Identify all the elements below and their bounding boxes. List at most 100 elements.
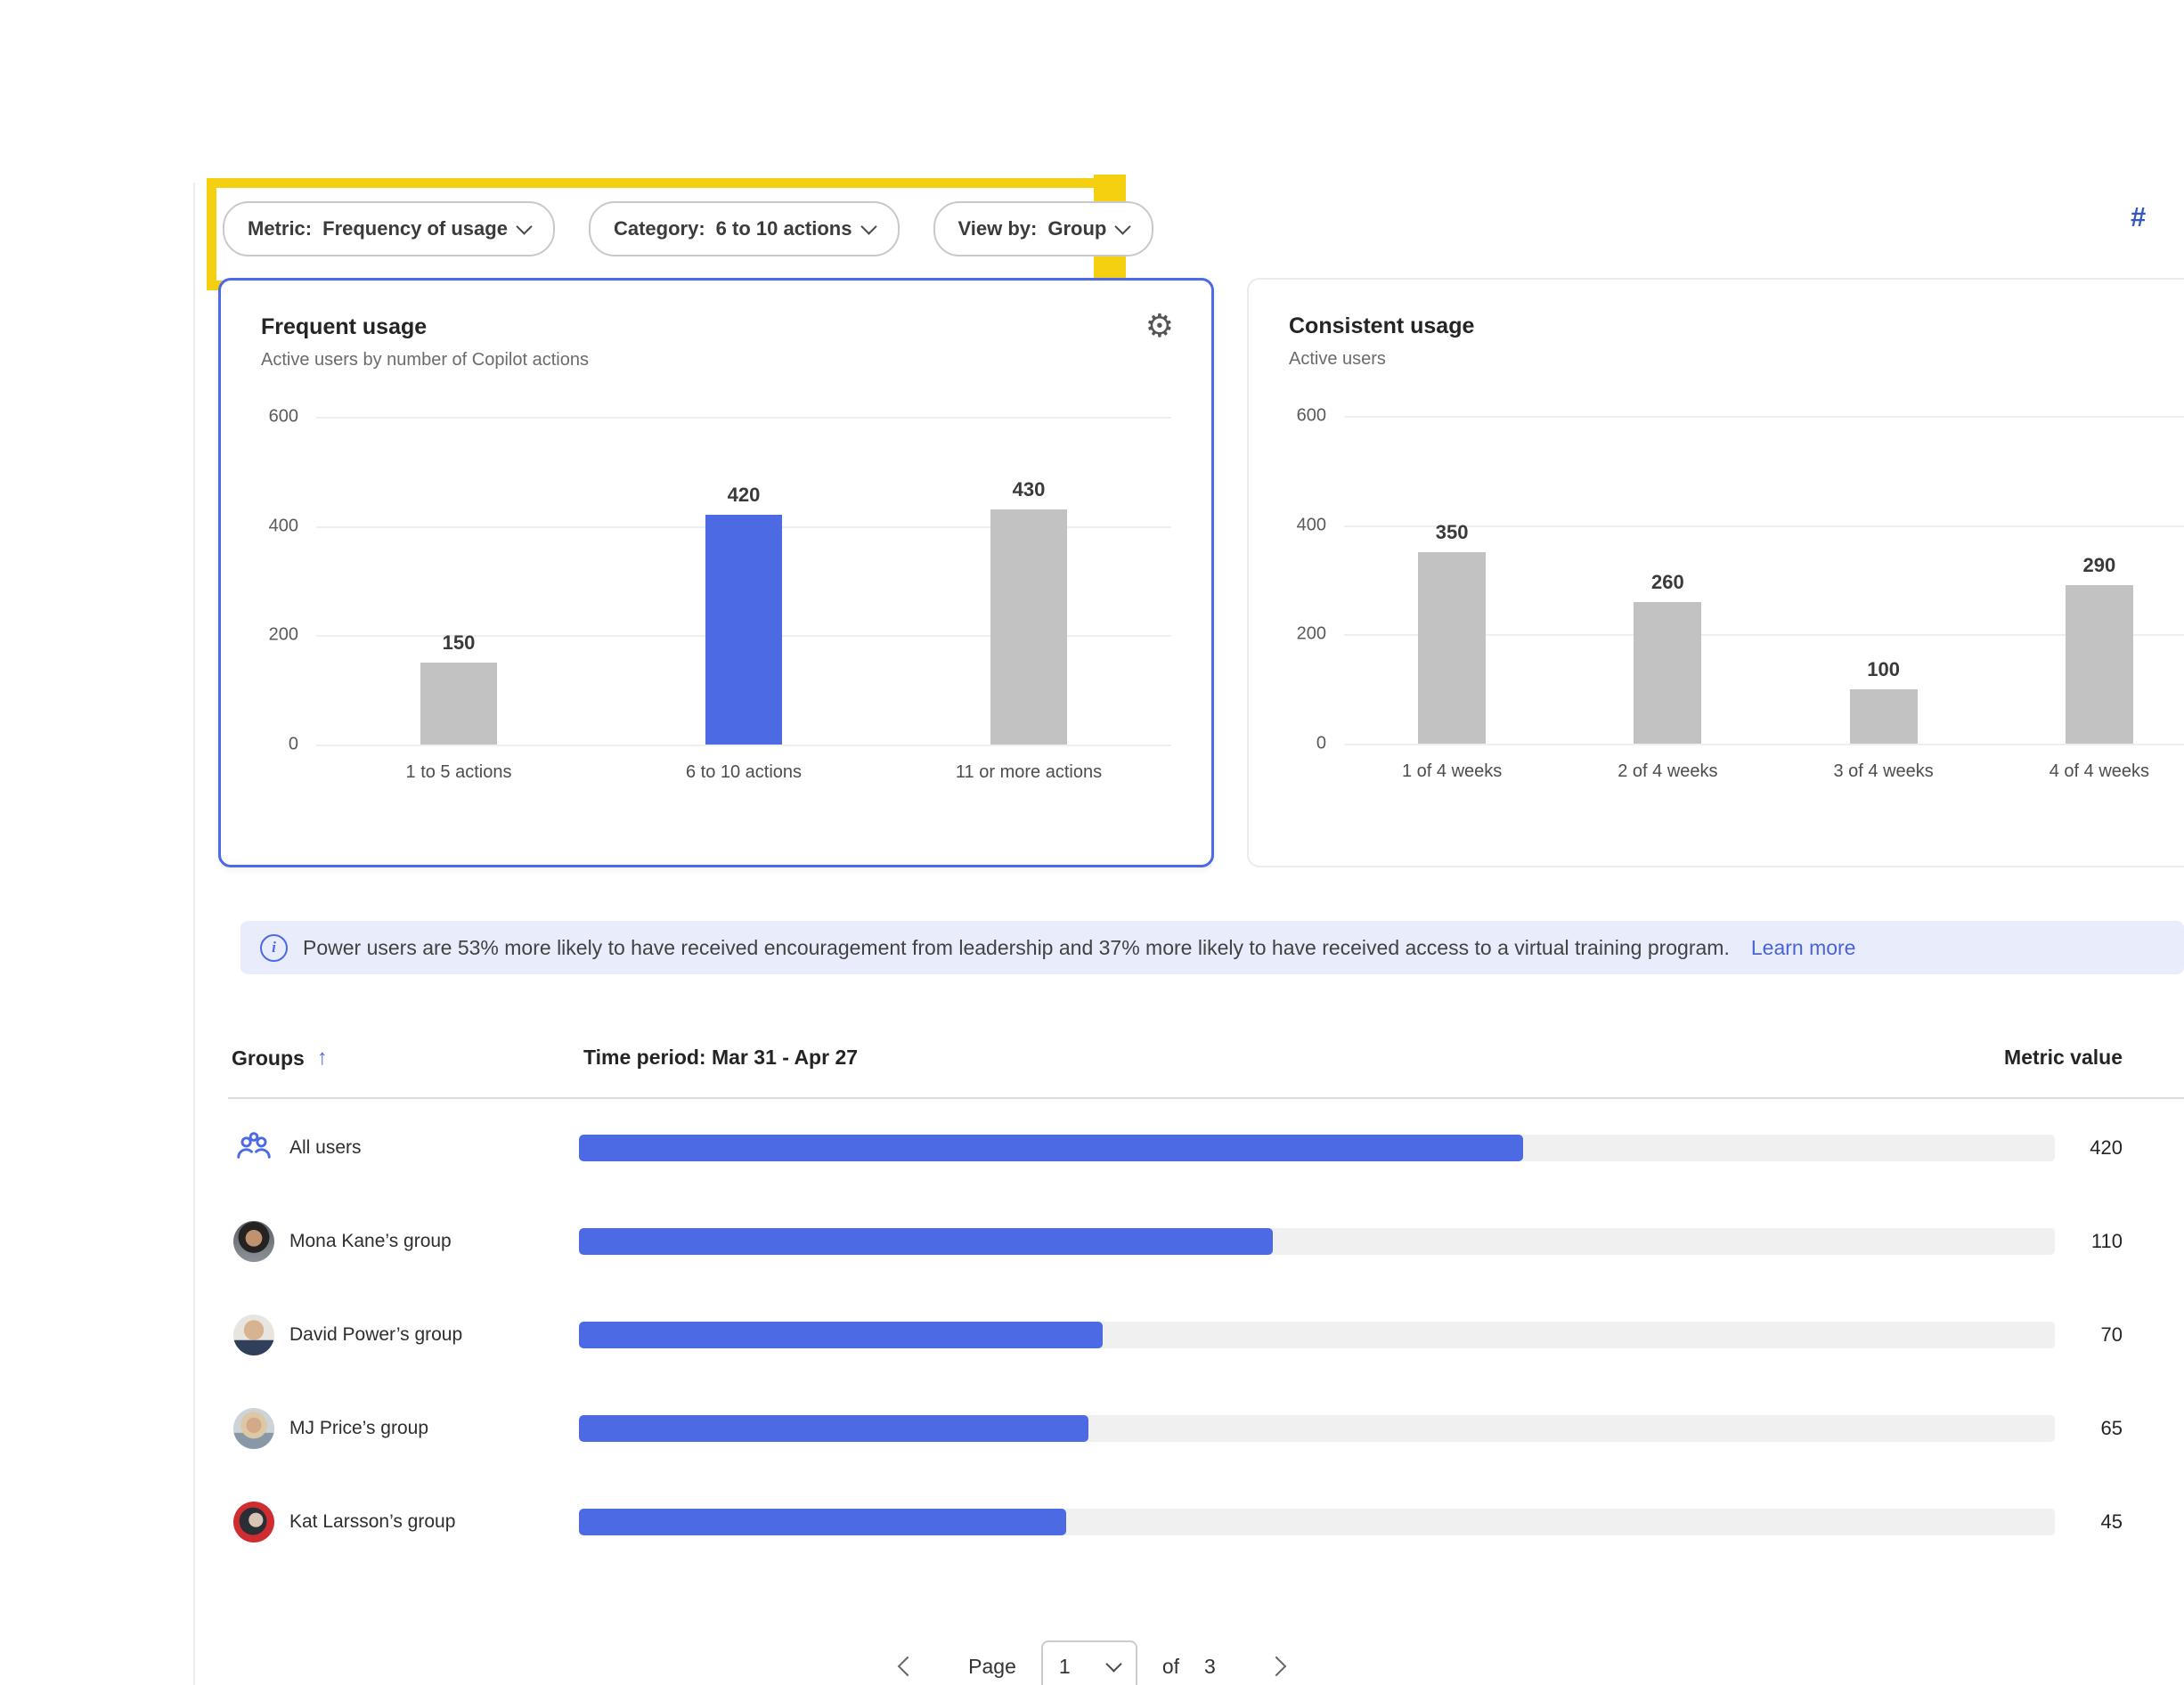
metric-bar-fill xyxy=(579,1509,1066,1535)
metric-bar-track xyxy=(579,1228,2055,1255)
total-pages: 3 xyxy=(1204,1655,1216,1679)
card-title: Frequent usage xyxy=(261,314,1171,340)
viewby-filter-label: View by: xyxy=(958,217,1038,240)
card-subtitle: Active users xyxy=(1289,349,2184,370)
learn-more-link[interactable]: Learn more xyxy=(1751,936,1856,960)
metric-bar-fill xyxy=(579,1135,1523,1161)
y-axis-tick: 0 xyxy=(1316,734,1326,754)
bar-value-label: 290 xyxy=(2083,554,2116,577)
table-divider xyxy=(228,1097,2184,1099)
x-axis-label: 1 of 4 weeks xyxy=(1344,761,1560,782)
sort-ascending-icon[interactable]: ↑ xyxy=(317,1046,328,1070)
gridline xyxy=(316,745,1171,746)
insight-text: Power users are 53% more likely to have … xyxy=(303,936,1730,960)
page-label: Page xyxy=(968,1655,1016,1679)
time-period-column-header: Time period: Mar 31 - Apr 27 xyxy=(583,1046,858,1070)
bar-4-of-4-weeks[interactable] xyxy=(2066,585,2133,744)
bar-value-label: 260 xyxy=(1651,571,1684,594)
chevron-down-icon xyxy=(1105,1656,1121,1672)
frequent-usage-card[interactable]: Frequent usage Active users by number of… xyxy=(218,278,1214,867)
bar-6-to-10-actions[interactable] xyxy=(705,515,782,745)
category-filter-value: 6 to 10 actions xyxy=(716,217,852,240)
table-row-all-users[interactable]: All users 420 xyxy=(232,1101,2184,1194)
chart-plot: 6004002000350260100290 xyxy=(1344,416,2184,744)
metric-bar-track xyxy=(579,1135,2055,1161)
chevron-down-icon xyxy=(860,218,876,234)
group-name: David Power’s group xyxy=(289,1324,462,1346)
metric-bar-fill xyxy=(579,1228,1273,1255)
bar-value-label: 420 xyxy=(728,484,761,507)
gridline xyxy=(1344,744,2184,745)
frequent-usage-chart: 60040020001504204301 to 5 actions6 to 10… xyxy=(261,417,1171,783)
x-axis-label: 11 or more actions xyxy=(886,762,1171,783)
metric-value: 45 xyxy=(2101,1510,2123,1534)
chevron-down-icon xyxy=(1115,218,1131,234)
chevron-down-icon xyxy=(516,218,532,234)
table-row-mona-kane-s-group[interactable]: Mona Kane’s group 110 xyxy=(232,1194,2184,1288)
viewby-filter-value: Group xyxy=(1047,217,1106,240)
bar-1-to-5-actions[interactable] xyxy=(420,663,497,745)
metric-value: 65 xyxy=(2101,1417,2123,1440)
bar-value-label: 150 xyxy=(443,631,476,655)
bar-11-or-more-actions[interactable] xyxy=(990,509,1067,745)
metric-value: 70 xyxy=(2101,1323,2123,1347)
group-name: All users xyxy=(289,1137,362,1159)
of-label: of xyxy=(1162,1655,1179,1679)
groups-table: Groups ↑ Time period: Mar 31 - Apr 27 Me… xyxy=(232,1033,2184,1568)
y-axis-tick: 200 xyxy=(269,625,298,646)
chart-plot: 6004002000150420430 xyxy=(316,417,1171,745)
metric-bar-fill xyxy=(579,1415,1088,1442)
left-divider xyxy=(193,183,195,1685)
bar-value-label: 100 xyxy=(1867,658,1900,681)
table-row-mj-price-s-group[interactable]: MJ Price’s group 65 xyxy=(232,1381,2184,1475)
people-group-icon xyxy=(233,1127,274,1168)
metric-bar-track xyxy=(579,1322,2055,1348)
table-row-david-power-s-group[interactable]: David Power’s group 70 xyxy=(232,1288,2184,1381)
bar-1-of-4-weeks[interactable] xyxy=(1418,552,1486,744)
avatar xyxy=(233,1408,274,1449)
table-header-row: Groups ↑ Time period: Mar 31 - Apr 27 Me… xyxy=(232,1033,2184,1097)
metric-bar-track xyxy=(579,1415,2055,1442)
pagination-bar: Page 1 of 3 xyxy=(0,1640,2184,1685)
metric-value: 420 xyxy=(2090,1136,2123,1160)
avatar xyxy=(233,1502,274,1543)
page-select-value: 1 xyxy=(1059,1655,1071,1679)
bar-2-of-4-weeks[interactable] xyxy=(1634,602,1701,744)
previous-page-icon[interactable] xyxy=(898,1657,918,1677)
groups-column-header[interactable]: Groups ↑ xyxy=(232,1046,328,1070)
bar-3-of-4-weeks[interactable] xyxy=(1850,689,1918,744)
consistent-usage-card[interactable]: Consistent usage Active users 6004002000… xyxy=(1247,278,2184,867)
metric-filter-label: Metric: xyxy=(248,217,312,240)
next-page-icon[interactable] xyxy=(1267,1657,1287,1677)
metric-bar-fill xyxy=(579,1322,1103,1348)
page-select[interactable]: 1 xyxy=(1041,1640,1137,1685)
settings-gear-icon[interactable]: ⚙ xyxy=(1145,311,1174,343)
y-axis-tick: 0 xyxy=(289,735,298,755)
info-icon: i xyxy=(260,934,288,962)
metric-filter-dropdown[interactable]: Metric: Frequency of usage xyxy=(223,201,555,256)
bar-value-label: 350 xyxy=(1436,521,1469,544)
metric-bar-track xyxy=(579,1509,2055,1535)
y-axis-tick: 200 xyxy=(1297,624,1326,645)
viewby-filter-dropdown[interactable]: View by: Group xyxy=(933,201,1154,256)
y-axis-tick: 400 xyxy=(1297,515,1326,535)
group-name: Mona Kane’s group xyxy=(289,1231,452,1252)
number-sign-icon[interactable]: # xyxy=(2131,201,2146,233)
avatar xyxy=(233,1315,274,1355)
consistent-usage-chart: 60040020003502601002901 of 4 weeks2 of 4… xyxy=(1289,416,2184,782)
group-name: MJ Price’s group xyxy=(289,1418,428,1439)
metric-value: 110 xyxy=(2091,1230,2123,1253)
y-axis-tick: 600 xyxy=(269,407,298,427)
metric-value-column-header: Metric value xyxy=(2004,1046,2123,1070)
table-row-kat-larsson-s-group[interactable]: Kat Larsson’s group 45 xyxy=(232,1475,2184,1568)
category-filter-dropdown[interactable]: Category: 6 to 10 actions xyxy=(589,201,900,256)
x-axis-label: 2 of 4 weeks xyxy=(1560,761,1775,782)
group-name: Kat Larsson’s group xyxy=(289,1511,455,1533)
card-title: Consistent usage xyxy=(1289,313,2184,339)
y-axis-tick: 400 xyxy=(269,516,298,536)
insight-banner: i Power users are 53% more likely to hav… xyxy=(240,921,2184,974)
metric-filter-value: Frequency of usage xyxy=(322,217,508,240)
x-axis-label: 4 of 4 weeks xyxy=(1992,761,2184,782)
category-filter-label: Category: xyxy=(614,217,705,240)
filter-bar: Metric: Frequency of usage Category: 6 t… xyxy=(223,201,1153,256)
